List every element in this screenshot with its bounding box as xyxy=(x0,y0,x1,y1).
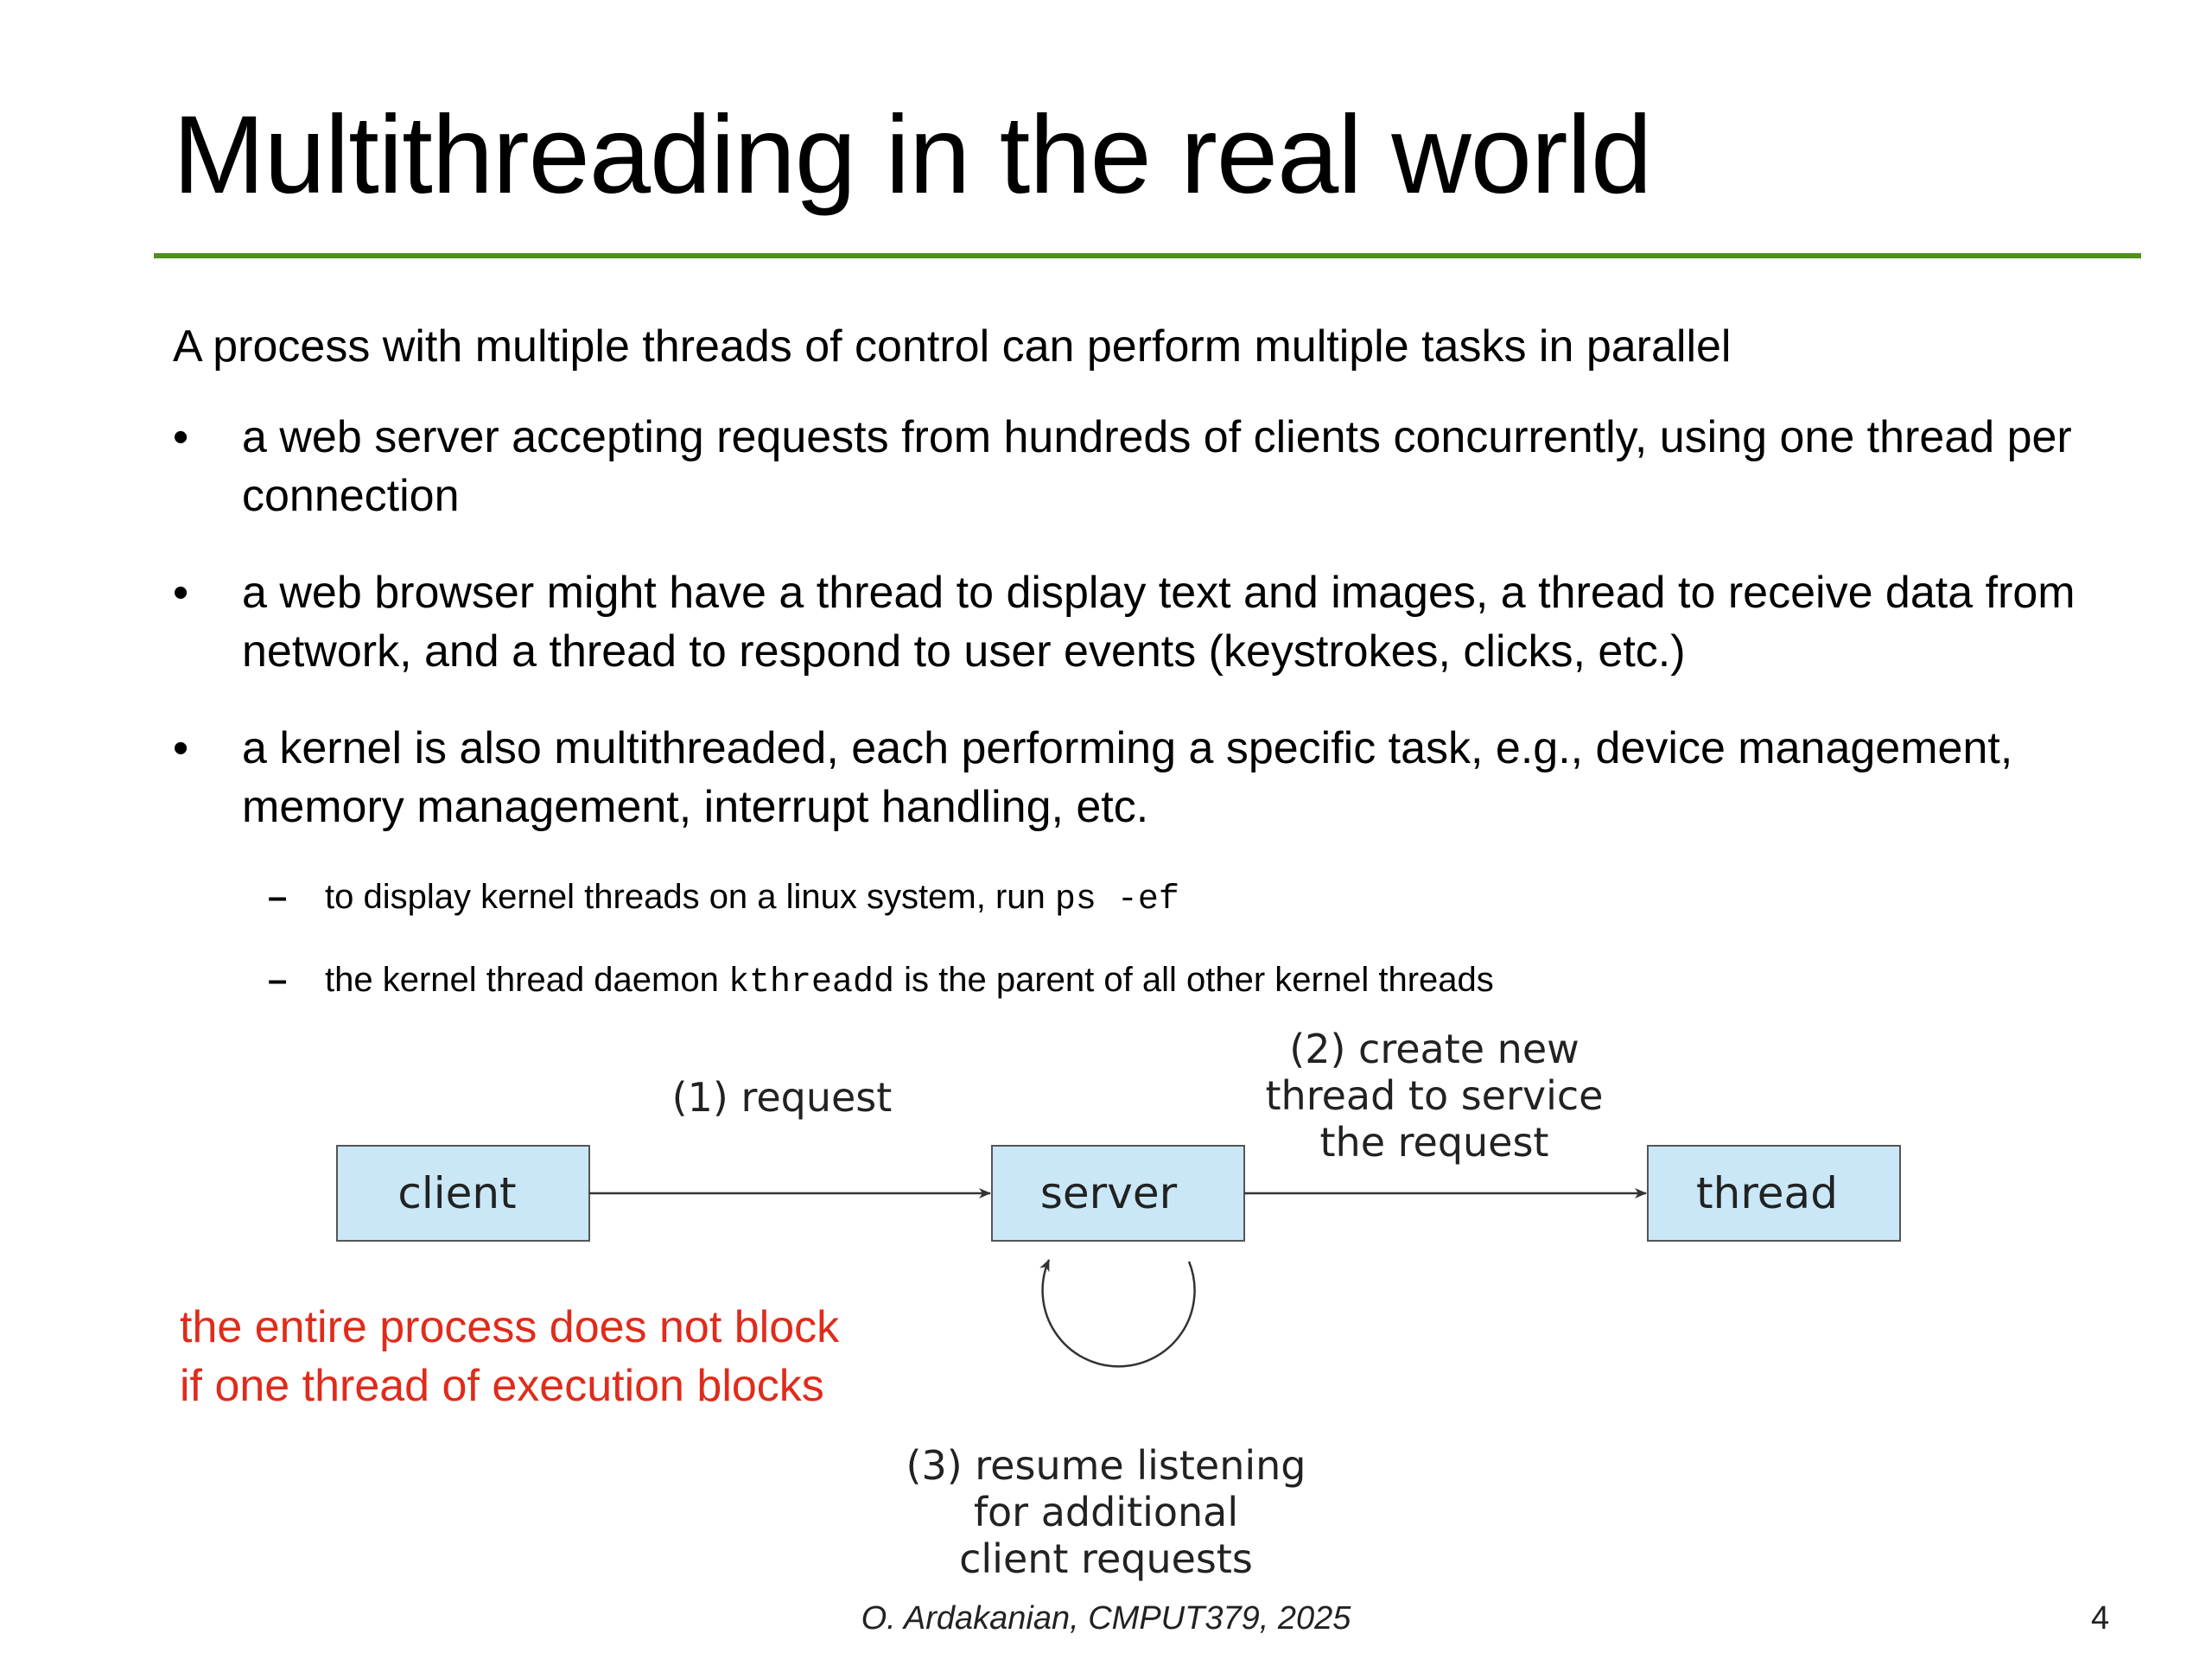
lead-text: A process with multiple threads of contr… xyxy=(173,321,1732,372)
code-ps-ef: ps -ef xyxy=(1054,880,1179,919)
step3-label-line1: (3) resume listening xyxy=(906,1442,1306,1489)
bullet-icon: • xyxy=(173,412,189,462)
step3-label-line3: client requests xyxy=(959,1535,1253,1582)
step3-label-line2: for additional xyxy=(974,1489,1238,1535)
bullet-text: a web server accepting requests from hun… xyxy=(242,412,2072,521)
subbullet-text: to display kernel threads on a linux sys… xyxy=(325,878,1179,919)
thread-box xyxy=(1647,1145,1901,1242)
bullet-text: a kernel is also multithreaded, each per… xyxy=(242,723,2013,832)
slide-title: Multithreading in the real world xyxy=(173,93,1652,217)
note-line: the entire process does not block xyxy=(180,1302,840,1352)
subbullet-text: the kernel thread daemon kthreadd is the… xyxy=(325,961,1494,1002)
page-number: 4 xyxy=(2091,1600,2110,1637)
step1-label: (1) request xyxy=(672,1074,893,1121)
step2-label-line1: (2) create new xyxy=(1289,1026,1580,1072)
bullet-icon: • xyxy=(173,568,189,618)
dash-icon: – xyxy=(268,961,288,999)
code-kthreadd: kthreadd xyxy=(728,963,895,1002)
bullet-text: a web browser might have a thread to dis… xyxy=(242,568,2075,677)
client-label: client xyxy=(397,1168,516,1218)
server-label: server xyxy=(1040,1168,1178,1218)
server-box xyxy=(991,1145,1245,1242)
step2-label-line2: thread to service xyxy=(1266,1072,1604,1119)
title-divider xyxy=(154,253,2141,258)
slide-footer: O. Ardakanian, CMPUT379, 2025 xyxy=(861,1600,1351,1637)
bullet-icon: • xyxy=(173,723,189,773)
step2-label-line3: the request xyxy=(1320,1119,1549,1166)
note-line: if one thread of execution blocks xyxy=(180,1361,824,1411)
resume-loop-arrow xyxy=(1039,1259,1196,1368)
thread-label: thread xyxy=(1696,1168,1838,1218)
dash-icon: – xyxy=(268,878,288,916)
nonblocking-note: the entire process does not block if one… xyxy=(180,1298,839,1415)
client-box xyxy=(336,1145,590,1242)
